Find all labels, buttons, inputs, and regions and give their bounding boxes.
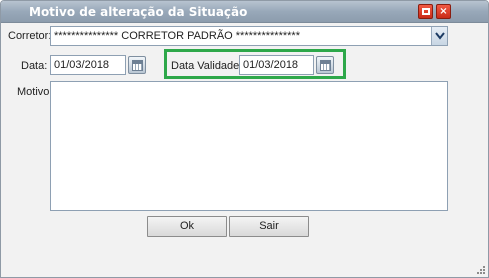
window-resize-grip-icon[interactable] (476, 265, 486, 275)
ok-button[interactable]: Ok (147, 216, 227, 237)
data-label: Data: (21, 60, 48, 72)
title-bar[interactable]: Motivo de alteração da Situação × (1, 1, 488, 23)
data-validade-label: Data Validade: (171, 60, 243, 72)
motivo-label: Motivo: (17, 86, 53, 98)
corretor-label: Corretor: (8, 30, 52, 42)
sair-button[interactable]: Sair (229, 216, 309, 237)
dialog-window: Motivo de alteração da Situação × Corret… (0, 0, 489, 278)
close-icon[interactable]: × (436, 4, 451, 19)
chevron-down-icon[interactable] (431, 27, 447, 45)
dialog-title: Motivo de alteração da Situação (29, 5, 248, 19)
corretor-selected-value: *************** CORRETOR PADRÃO ********… (54, 30, 300, 42)
maximize-icon[interactable] (418, 4, 433, 19)
calendar-icon[interactable] (316, 56, 334, 74)
data-input[interactable]: 01/03/2018 (50, 55, 126, 75)
data-validade-input[interactable]: 01/03/2018 (239, 55, 314, 75)
corretor-select[interactable]: *************** CORRETOR PADRÃO ********… (50, 26, 448, 46)
calendar-icon[interactable] (128, 56, 146, 74)
motivo-textarea[interactable] (50, 81, 448, 211)
